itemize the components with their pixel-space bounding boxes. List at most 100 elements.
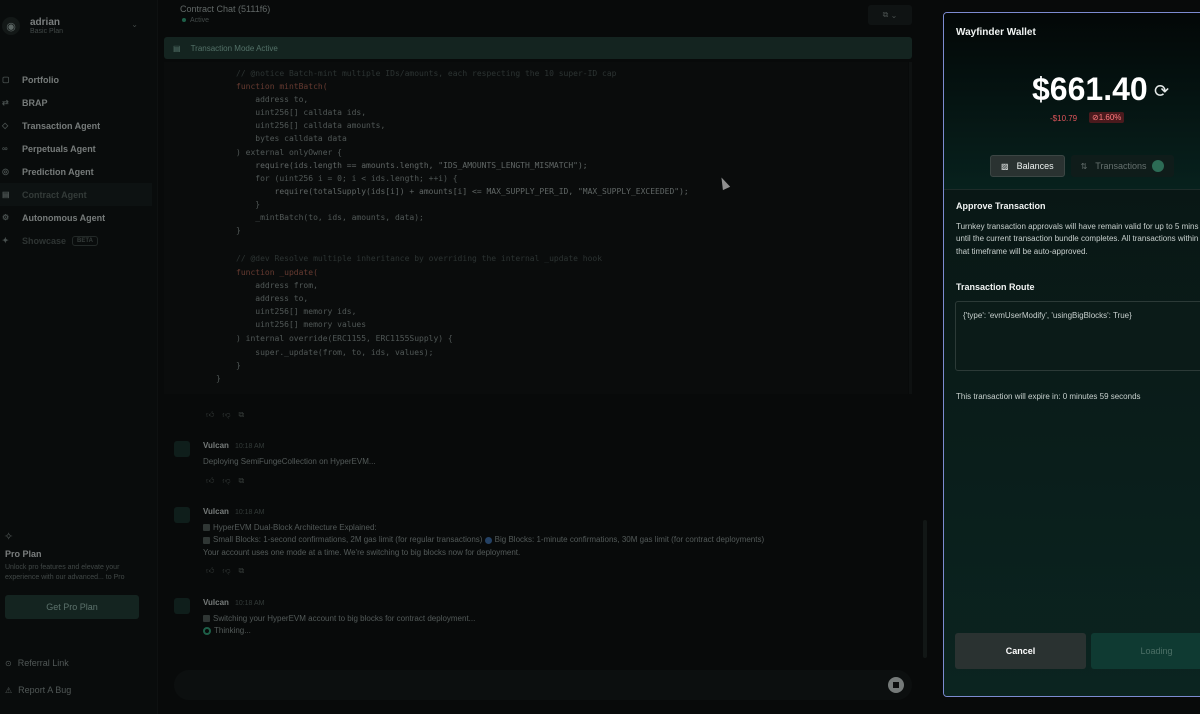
author-name: Vulcan [203, 507, 229, 516]
chevron-down-icon[interactable]: ⌄ [131, 20, 138, 29]
author-name: Vulcan [203, 598, 229, 607]
chat-options-button[interactable]: ⧉ ⌄ [868, 5, 912, 25]
code-line: address to, [236, 294, 309, 303]
copy-icon[interactable]: ⧉ [239, 566, 253, 575]
code-line: address from, [236, 281, 318, 290]
user-menu[interactable]: ◉ adrian Basic Plan ⌄ [0, 10, 150, 42]
tab-balances[interactable]: ▨ Balances [990, 155, 1065, 177]
sidebar-item-label: Portfolio [22, 74, 59, 85]
agent-avatar [174, 507, 190, 523]
chat-input[interactable] [174, 670, 912, 700]
sidebar-item-brap[interactable]: ⇄ BRAP [0, 91, 152, 114]
status-dot [182, 18, 186, 23]
chart-icon: ▨ [1001, 161, 1009, 171]
balance-change: -$10.79 [1050, 114, 1078, 123]
user-name: adrian [30, 16, 61, 28]
referral-label: Referral Link [17, 658, 69, 668]
transaction-mode-banner: ▤ Transaction Mode Active [164, 37, 912, 59]
percent-value: 1.60% [1098, 113, 1122, 122]
tab-indicator [1152, 160, 1165, 172]
chat-title: Contract Chat (5111f6) [180, 4, 271, 14]
brap-icon: ⇄ [2, 98, 9, 107]
sidebar-item-autonomous-agent[interactable]: ⚙ Autonomous Agent [0, 206, 152, 229]
message-actions: 👍︎👎︎⧉ [206, 566, 252, 576]
code-line: } [236, 361, 241, 370]
approve-title: Approve Transaction [956, 201, 1046, 211]
approve-loading-button[interactable]: Loading [1091, 633, 1200, 669]
showcase-icon: ✦ [2, 236, 9, 245]
chat-scrollbar[interactable] [923, 520, 927, 658]
pro-plan-card: ✧ Pro Plan Unlock pro features and eleva… [0, 530, 150, 620]
block-icon [203, 536, 210, 544]
code-line: _mintBatch(to, ids, amounts, data); [236, 213, 424, 222]
wallet-tabs: ▨ Balances ⇅ Transactions [990, 155, 1175, 177]
code-line: ) external onlyOwner { [236, 148, 342, 157]
copy-icon[interactable]: ⧉ [239, 410, 253, 419]
sidebar-item-prediction-agent[interactable]: ◎ Prediction Agent [0, 160, 152, 183]
prediction-icon: ◎ [2, 167, 9, 176]
refresh-icon[interactable]: ⟳ [1154, 81, 1169, 102]
thumbs-down-icon[interactable]: 👎︎ [222, 410, 238, 419]
tab-transactions[interactable]: ⇅ Transactions [1070, 155, 1175, 177]
autonomous-icon: ⚙ [2, 213, 10, 222]
message-time: 10:18 AM [234, 443, 265, 450]
sidebar-item-perpetuals-agent[interactable]: ∞ Perpetuals Agent [0, 137, 152, 160]
sidebar-nav: ▢ Portfolio ⇄ BRAP ◇ Transaction Agent ∞ Per… [0, 68, 152, 252]
message-author: Vulcan 10:18 AM [203, 441, 265, 450]
sidebar-item-showcase[interactable]: ✦ Showcase BETA [0, 229, 152, 252]
code-line: uint256[] calldata amounts, [236, 121, 386, 130]
code-line: // @dev Resolve multiple inheritance by … [236, 254, 603, 263]
link-icon: ⊙ [5, 658, 12, 668]
route-title: Transaction Route [956, 282, 1035, 292]
sidebar-item-contract-agent[interactable]: ▤ Contract Agent [0, 183, 152, 206]
thumbs-up-icon[interactable]: 👍︎ [206, 410, 222, 419]
wallet-balance: $661.40 [1032, 71, 1148, 107]
user-plan: Basic Plan [30, 27, 64, 35]
wallet-title: Wayfinder Wallet [956, 27, 1036, 38]
message-author: Vulcan 10:18 AM [203, 598, 265, 607]
thumbs-up-icon[interactable]: 👍︎ [206, 476, 222, 485]
sidebar-item-label: Showcase [22, 235, 67, 246]
thumbs-down-icon[interactable]: 👎︎ [222, 476, 238, 485]
message-text: HyperEVM Dual-Block Architecture Explain… [203, 522, 893, 559]
chat-area: Contract Chat (5111f6) Active ⧉ ⌄ ▤ Tran… [160, 0, 940, 714]
code-line: uint256[] calldata ids, [236, 108, 367, 117]
get-pro-plan-button[interactable]: Get Pro Plan [5, 595, 139, 620]
code-line: function _update( [236, 268, 318, 277]
sidebar-item-portfolio[interactable]: ▢ Portfolio [0, 68, 152, 91]
report-bug-link[interactable]: ⚠ Report A Bug [5, 685, 71, 695]
code-line: } [236, 200, 261, 209]
sidebar-item-label: Autonomous Agent [22, 212, 106, 223]
agent-avatar [174, 598, 190, 614]
referral-link[interactable]: ⊙ Referral Link [5, 658, 69, 668]
code-line: // @notice Batch-mint multiple IDs/amoun… [236, 69, 617, 78]
sidebar-item-label: Contract Agent [22, 189, 87, 200]
cancel-button[interactable]: Cancel [955, 633, 1086, 669]
code-line: bytes calldata data [236, 134, 347, 143]
mode-banner-text: Transaction Mode Active [190, 43, 278, 53]
thumbs-down-icon[interactable]: 👎︎ [222, 566, 238, 575]
arrows-icon: ⇅ [1080, 161, 1088, 171]
chevron-down-icon: ⌄ [890, 10, 898, 20]
terminal-icon: ▤ [173, 43, 181, 53]
copy-icon: ⧉ [882, 10, 889, 19]
stop-icon [893, 682, 899, 688]
avatar: ◉ [2, 17, 20, 35]
bug-icon: ⚠ [5, 685, 13, 695]
author-name: Vulcan [203, 441, 229, 450]
message-actions: 👍︎👎︎⧉ [206, 476, 252, 486]
message-line: Big Blocks: 1-minute confirmations, 30M … [494, 535, 765, 545]
block-icon [203, 524, 210, 532]
code-line: super._update(from, to, ids, values); [236, 348, 434, 357]
tab-label: Transactions [1095, 161, 1147, 171]
message-text: Deploying SemiFungeCollection on HyperEV… [203, 457, 376, 466]
balance-change-percent: ⊘1.60% [1089, 112, 1125, 123]
block-icon [203, 615, 210, 623]
copy-icon[interactable]: ⧉ [239, 476, 253, 485]
sidebar: ◉ adrian Basic Plan ⌄ ▢ Portfolio ⇄ BRAP ◇… [0, 0, 158, 714]
stop-button[interactable] [888, 677, 904, 693]
thumbs-up-icon[interactable]: 👍︎ [206, 566, 222, 575]
transaction-icon: ◇ [2, 121, 9, 130]
sidebar-item-transaction-agent[interactable]: ◇ Transaction Agent [0, 114, 152, 137]
code-scrollbar[interactable] [909, 62, 912, 394]
